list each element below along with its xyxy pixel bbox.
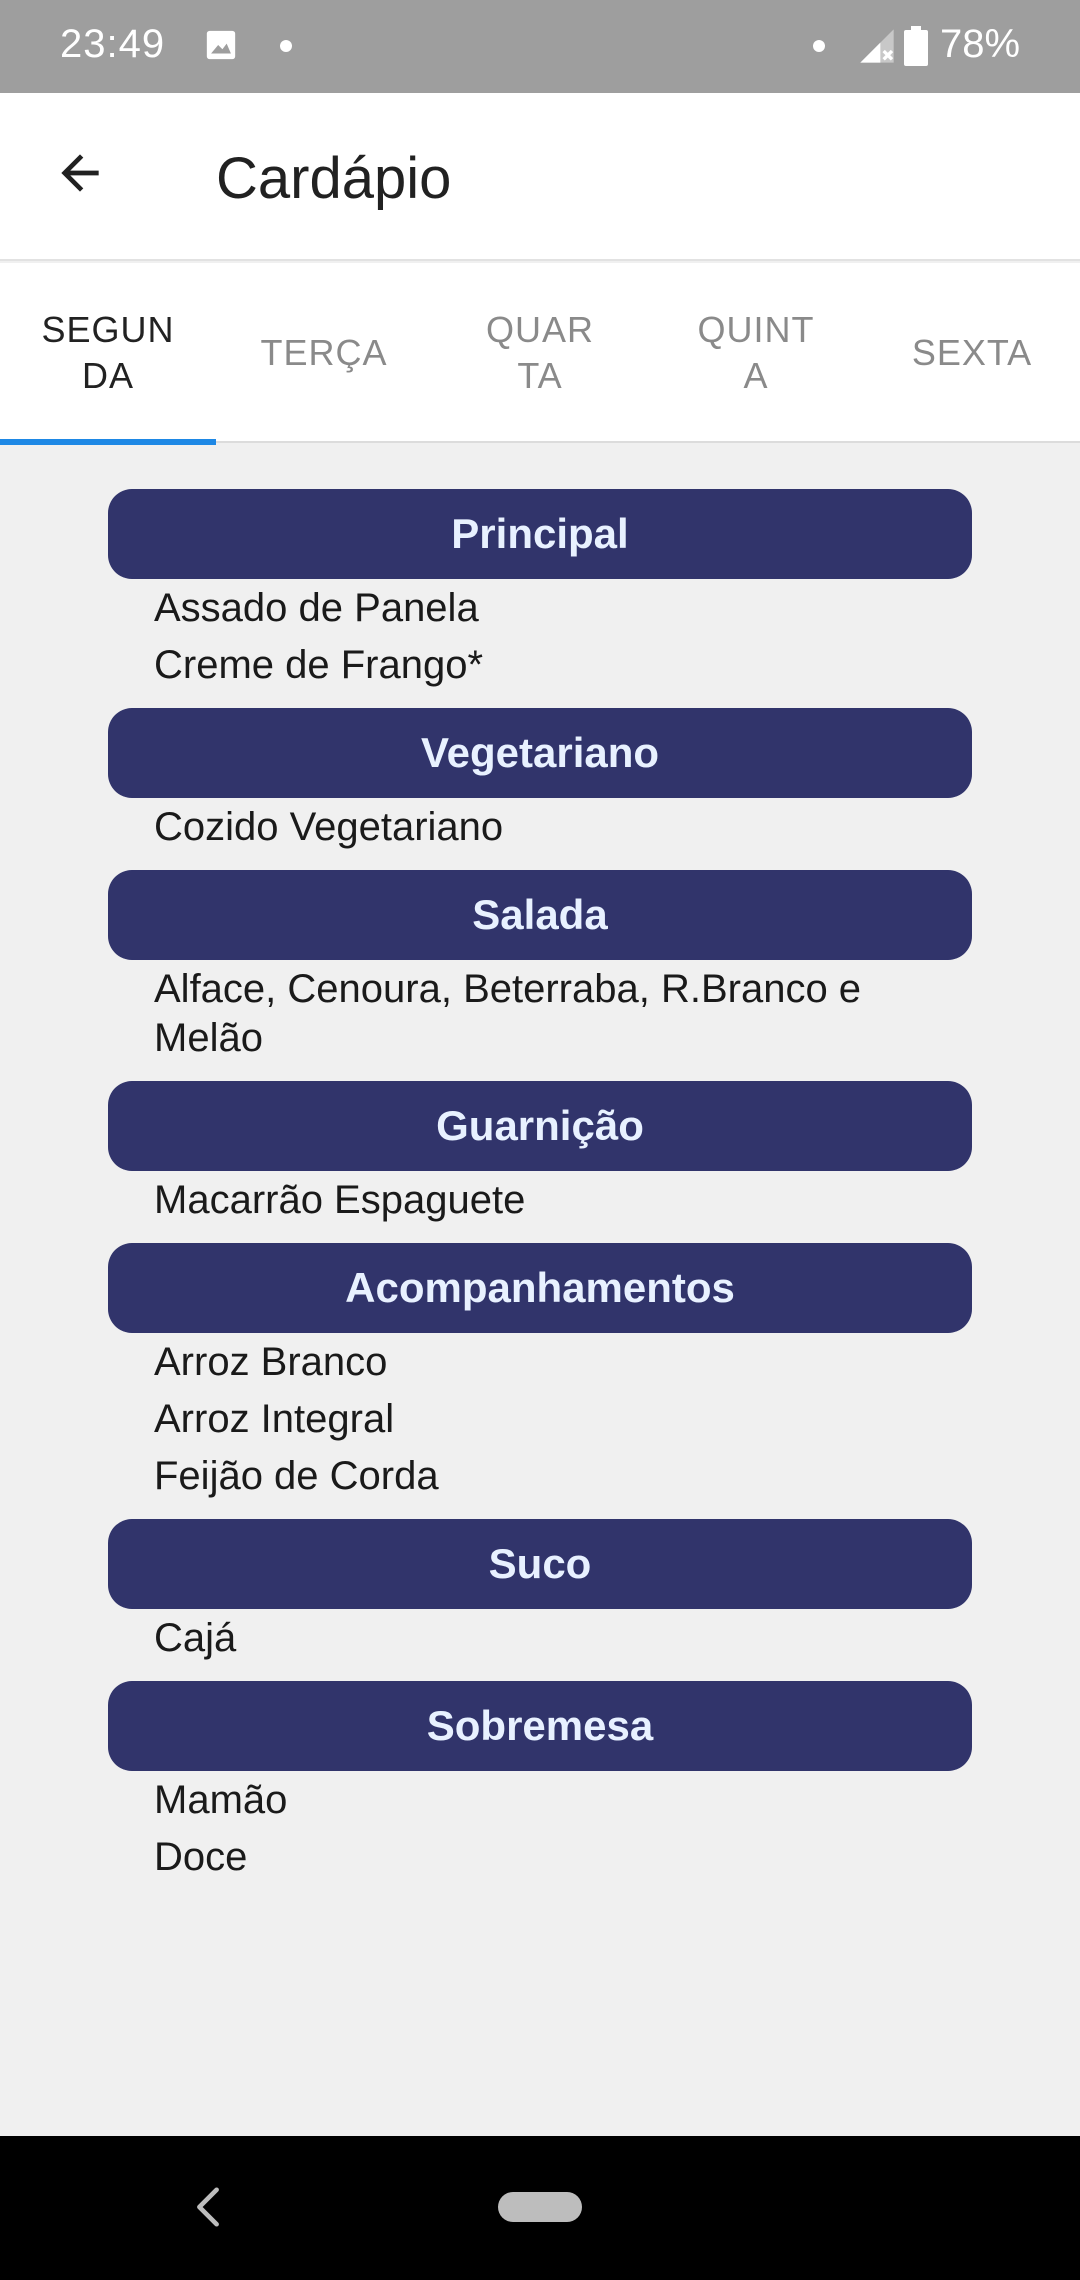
gallery-icon [206,30,236,60]
nav-home-pill-icon[interactable] [498,2192,582,2222]
weekday-tab-bar: SEGUNDA TERÇA QUARTA QUINTA SEXTA [0,263,1080,445]
page-title: Cardápio [216,146,452,211]
tab-label: SEGUNDA [41,309,175,396]
menu-item: Mamão [154,1778,288,1822]
tab-terca[interactable]: TERÇA [216,263,432,443]
tab-quarta[interactable]: QUARTA [432,263,648,443]
app-bar: Cardápio [0,93,1080,261]
nav-back-icon[interactable] [190,2184,226,2230]
signal-icon [860,29,894,63]
section-header-principal: Principal [108,489,972,579]
section-header-vegetariano: Vegetariano [108,708,972,798]
tab-label: QUARTA [485,309,594,396]
menu-item: Assado de Panela [154,586,479,630]
tab-label: TERÇA [260,332,388,373]
tab-label: SEXTA [911,332,1033,373]
dot-icon [813,40,825,52]
section-header-suco: Suco [108,1519,972,1609]
menu-item: Arroz Branco [154,1340,388,1384]
menu-item: Alface, Cenoura, Beterraba, R.Branco e M… [154,967,862,1060]
arrow-left-icon [61,154,99,192]
menu-item: Cozido Vegetariano [154,805,504,849]
menu-item: Cajá [154,1616,237,1660]
menu-item: Doce [154,1835,248,1879]
tab-segunda[interactable]: SEGUNDA [0,263,216,445]
active-tab-indicator [0,439,216,445]
status-time: 23:49 [60,22,166,66]
back-button[interactable] [40,133,120,213]
menu-item: Feijão de Corda [154,1454,439,1498]
system-nav-bar [0,2136,1080,2280]
section-header-guarnicao: Guarnição [108,1081,972,1171]
menu-item: Macarrão Espaguete [154,1178,526,1222]
status-bar: 23:49 78% [0,0,1080,93]
battery-percentage: 78% [940,22,1021,66]
menu-item: Creme de Frango* [154,643,484,687]
menu-item: Arroz Integral [154,1397,395,1441]
tab-sexta[interactable]: SEXTA [864,263,1080,443]
section-header-acompanhamentos: Acompanhamentos [108,1243,972,1333]
battery-icon [904,26,928,66]
section-header-sobremesa: Sobremesa [108,1681,972,1771]
tab-quinta[interactable]: QUINTA [648,263,864,443]
section-header-salada: Salada [108,870,972,960]
tab-label: QUINTA [697,309,815,396]
notification-dot-icon [280,40,292,52]
